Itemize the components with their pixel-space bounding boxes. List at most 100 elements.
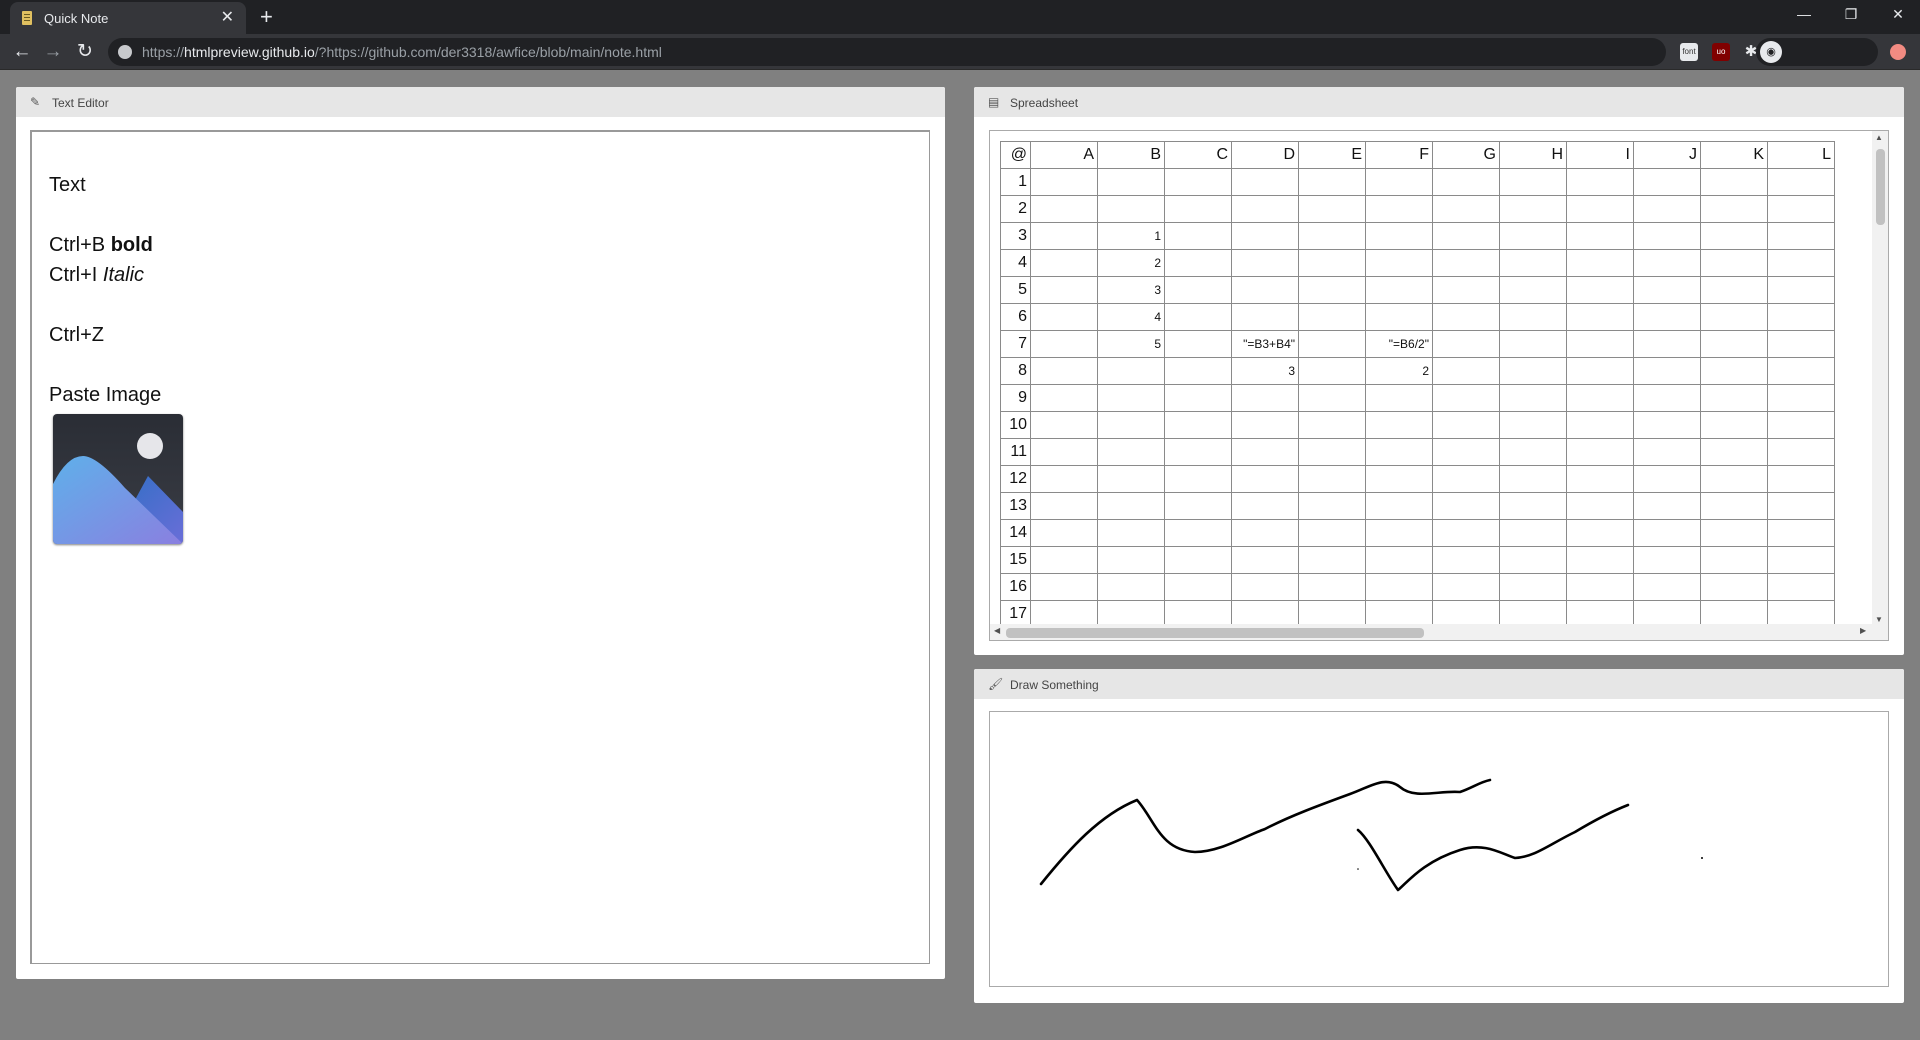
- scroll-up-icon[interactable]: ▲: [1875, 133, 1883, 142]
- cell-f13[interactable]: [1365, 492, 1433, 520]
- cell-b8[interactable]: [1097, 357, 1165, 385]
- cell-d13[interactable]: [1231, 492, 1299, 520]
- cell-j13[interactable]: [1633, 492, 1701, 520]
- globe-icon[interactable]: [118, 45, 132, 59]
- cell-g15[interactable]: [1432, 546, 1500, 574]
- cell-i12[interactable]: [1566, 465, 1634, 493]
- cell-c7[interactable]: [1164, 330, 1232, 358]
- cell-h1[interactable]: [1499, 168, 1567, 196]
- cell-l10[interactable]: [1767, 411, 1835, 439]
- scroll-right-icon[interactable]: ▶: [1860, 626, 1866, 635]
- cell-g4[interactable]: [1432, 249, 1500, 277]
- cell-d5[interactable]: [1231, 276, 1299, 304]
- cell-f6[interactable]: [1365, 303, 1433, 331]
- row-header-2[interactable]: 2: [1000, 195, 1031, 223]
- cell-b3[interactable]: 1: [1097, 222, 1165, 250]
- cell-a4[interactable]: [1030, 249, 1098, 277]
- cell-k5[interactable]: [1700, 276, 1768, 304]
- cell-i11[interactable]: [1566, 438, 1634, 466]
- row-header-5[interactable]: 5: [1000, 276, 1031, 304]
- cell-a10[interactable]: [1030, 411, 1098, 439]
- cell-d8[interactable]: 3: [1231, 357, 1299, 385]
- cell-l11[interactable]: [1767, 438, 1835, 466]
- cell-a8[interactable]: [1030, 357, 1098, 385]
- cell-k16[interactable]: [1700, 573, 1768, 601]
- cell-j12[interactable]: [1633, 465, 1701, 493]
- cell-c16[interactable]: [1164, 573, 1232, 601]
- cell-e13[interactable]: [1298, 492, 1366, 520]
- cell-l15[interactable]: [1767, 546, 1835, 574]
- cell-a15[interactable]: [1030, 546, 1098, 574]
- cell-b16[interactable]: [1097, 573, 1165, 601]
- column-header-f[interactable]: F: [1365, 141, 1433, 169]
- restore-icon[interactable]: ❐: [1841, 4, 1861, 24]
- cell-b13[interactable]: [1097, 492, 1165, 520]
- cell-e11[interactable]: [1298, 438, 1366, 466]
- cell-c10[interactable]: [1164, 411, 1232, 439]
- row-header-4[interactable]: 4: [1000, 249, 1031, 277]
- row-header-13[interactable]: 13: [1000, 492, 1031, 520]
- cell-d6[interactable]: [1231, 303, 1299, 331]
- row-header-11[interactable]: 11: [1000, 438, 1031, 466]
- cell-k4[interactable]: [1700, 249, 1768, 277]
- cell-c2[interactable]: [1164, 195, 1232, 223]
- cell-g10[interactable]: [1432, 411, 1500, 439]
- cell-l9[interactable]: [1767, 384, 1835, 412]
- scroll-left-icon[interactable]: ◀: [994, 626, 1000, 635]
- cell-l7[interactable]: [1767, 330, 1835, 358]
- row-header-8[interactable]: 8: [1000, 357, 1031, 385]
- cell-h10[interactable]: [1499, 411, 1567, 439]
- cell-i13[interactable]: [1566, 492, 1634, 520]
- cell-d15[interactable]: [1231, 546, 1299, 574]
- cell-k1[interactable]: [1700, 168, 1768, 196]
- cell-h11[interactable]: [1499, 438, 1567, 466]
- cell-e10[interactable]: [1298, 411, 1366, 439]
- cell-f5[interactable]: [1365, 276, 1433, 304]
- cell-b2[interactable]: [1097, 195, 1165, 223]
- cell-g2[interactable]: [1432, 195, 1500, 223]
- cell-c1[interactable]: [1164, 168, 1232, 196]
- cell-a13[interactable]: [1030, 492, 1098, 520]
- cell-h3[interactable]: [1499, 222, 1567, 250]
- cell-d11[interactable]: [1231, 438, 1299, 466]
- cell-h16[interactable]: [1499, 573, 1567, 601]
- cell-i15[interactable]: [1566, 546, 1634, 574]
- cell-c8[interactable]: [1164, 357, 1232, 385]
- cell-i4[interactable]: [1566, 249, 1634, 277]
- cell-b4[interactable]: 2: [1097, 249, 1165, 277]
- cell-e4[interactable]: [1298, 249, 1366, 277]
- row-header-10[interactable]: 10: [1000, 411, 1031, 439]
- cell-i16[interactable]: [1566, 573, 1634, 601]
- reload-icon[interactable]: ↻: [73, 40, 97, 64]
- row-header-15[interactable]: 15: [1000, 546, 1031, 574]
- back-arrow-icon[interactable]: ←: [10, 40, 34, 64]
- cell-b9[interactable]: [1097, 384, 1165, 412]
- cell-j7[interactable]: [1633, 330, 1701, 358]
- cell-k11[interactable]: [1700, 438, 1768, 466]
- cell-h9[interactable]: [1499, 384, 1567, 412]
- cell-g7[interactable]: [1432, 330, 1500, 358]
- cell-g13[interactable]: [1432, 492, 1500, 520]
- cell-h14[interactable]: [1499, 519, 1567, 547]
- cell-b7[interactable]: 5: [1097, 330, 1165, 358]
- cell-i1[interactable]: [1566, 168, 1634, 196]
- column-header-d[interactable]: D: [1231, 141, 1299, 169]
- cell-b14[interactable]: [1097, 519, 1165, 547]
- cell-k10[interactable]: [1700, 411, 1768, 439]
- cell-f4[interactable]: [1365, 249, 1433, 277]
- cell-j3[interactable]: [1633, 222, 1701, 250]
- cell-g3[interactable]: [1432, 222, 1500, 250]
- cell-a1[interactable]: [1030, 168, 1098, 196]
- cell-c6[interactable]: [1164, 303, 1232, 331]
- cell-d12[interactable]: [1231, 465, 1299, 493]
- row-header-16[interactable]: 16: [1000, 573, 1031, 601]
- cell-j2[interactable]: [1633, 195, 1701, 223]
- horizontal-scrollbar[interactable]: ◀ ▶: [990, 624, 1888, 640]
- cell-i2[interactable]: [1566, 195, 1634, 223]
- cell-k9[interactable]: [1700, 384, 1768, 412]
- vertical-scrollbar[interactable]: ▲ ▼: [1872, 131, 1888, 627]
- row-header-3[interactable]: 3: [1000, 222, 1031, 250]
- cell-l6[interactable]: [1767, 303, 1835, 331]
- cell-g12[interactable]: [1432, 465, 1500, 493]
- cell-b12[interactable]: [1097, 465, 1165, 493]
